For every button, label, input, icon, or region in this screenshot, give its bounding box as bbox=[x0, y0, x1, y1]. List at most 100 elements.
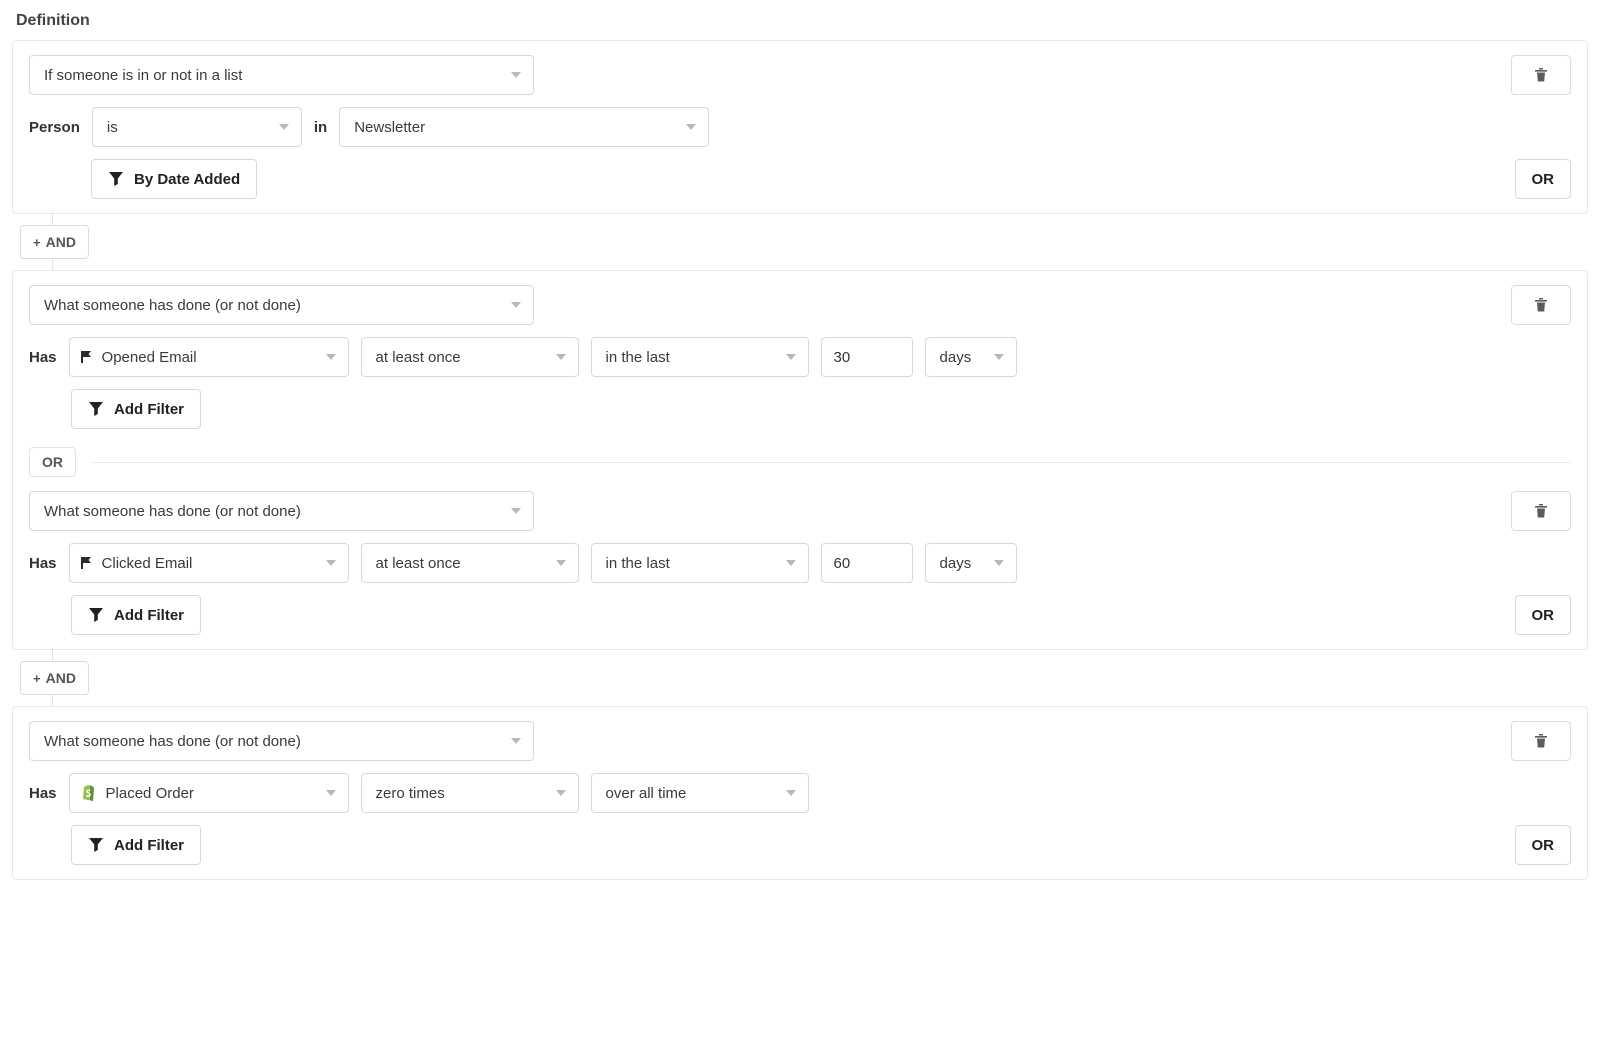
frequency-value: at least once bbox=[376, 349, 461, 366]
plus-icon: + bbox=[33, 671, 41, 686]
number-input[interactable]: 60 bbox=[821, 543, 913, 583]
delete-button[interactable] bbox=[1511, 285, 1571, 325]
time-range-select[interactable]: in the last bbox=[591, 543, 809, 583]
divider-line bbox=[90, 462, 1571, 463]
is-select[interactable]: is bbox=[92, 107, 302, 147]
chevron-down-icon bbox=[511, 72, 521, 78]
trash-icon bbox=[1533, 502, 1549, 520]
chevron-down-icon bbox=[686, 124, 696, 130]
time-range-value: over all time bbox=[606, 785, 687, 802]
event-select[interactable]: Clicked Email bbox=[69, 543, 349, 583]
event-value: Opened Email bbox=[102, 349, 197, 366]
number-input[interactable]: 30 bbox=[821, 337, 913, 377]
frequency-value: at least once bbox=[376, 555, 461, 572]
has-label: Has bbox=[29, 349, 57, 366]
unit-select[interactable]: days bbox=[925, 337, 1017, 377]
trash-icon bbox=[1533, 732, 1549, 750]
unit-value: days bbox=[940, 555, 972, 572]
add-filter-button[interactable]: Add Filter bbox=[71, 825, 201, 865]
delete-button[interactable] bbox=[1511, 491, 1571, 531]
trash-icon bbox=[1533, 66, 1549, 84]
event-value: Placed Order bbox=[106, 785, 194, 802]
frequency-select[interactable]: at least once bbox=[361, 543, 579, 583]
add-filter-button[interactable]: Add Filter bbox=[71, 389, 201, 429]
frequency-select[interactable]: zero times bbox=[361, 773, 579, 813]
chevron-down-icon bbox=[786, 354, 796, 360]
or-label: OR bbox=[1532, 837, 1555, 854]
page-title: Definition bbox=[16, 12, 1588, 30]
time-range-value: in the last bbox=[606, 349, 670, 366]
or-button[interactable]: OR bbox=[1515, 595, 1572, 635]
filter-icon bbox=[88, 837, 104, 853]
or-label: OR bbox=[1532, 607, 1555, 624]
and-label: AND bbox=[46, 234, 76, 250]
chevron-down-icon bbox=[279, 124, 289, 130]
filter-icon bbox=[88, 401, 104, 417]
delete-button[interactable] bbox=[1511, 55, 1571, 95]
condition-type-label: What someone has done (or not done) bbox=[44, 297, 301, 314]
event-select[interactable]: Placed Order bbox=[69, 773, 349, 813]
or-label: OR bbox=[1532, 171, 1555, 188]
condition-group-3: What someone has done (or not done) Has … bbox=[12, 706, 1588, 880]
condition-group-2: What someone has done (or not done) Has … bbox=[12, 270, 1588, 650]
condition-group-1: If someone is in or not in a list Person… bbox=[12, 40, 1588, 214]
chevron-down-icon bbox=[511, 302, 521, 308]
chevron-down-icon bbox=[326, 790, 336, 796]
has-label: Has bbox=[29, 555, 57, 572]
chevron-down-icon bbox=[556, 354, 566, 360]
flag-icon bbox=[80, 555, 94, 571]
by-date-added-button[interactable]: By Date Added bbox=[91, 159, 257, 199]
filter-icon bbox=[108, 171, 124, 187]
chevron-down-icon bbox=[994, 560, 1004, 566]
condition-type-select[interactable]: What someone has done (or not done) bbox=[29, 491, 534, 531]
or-button[interactable]: OR bbox=[1515, 159, 1572, 199]
delete-button[interactable] bbox=[1511, 721, 1571, 761]
add-and-button[interactable]: + AND bbox=[20, 225, 89, 259]
number-value: 60 bbox=[834, 555, 851, 572]
add-filter-label: Add Filter bbox=[114, 401, 184, 418]
and-connector: + AND bbox=[12, 214, 1588, 270]
chevron-down-icon bbox=[556, 560, 566, 566]
event-value: Clicked Email bbox=[102, 555, 193, 572]
condition-type-select[interactable]: What someone has done (or not done) bbox=[29, 721, 534, 761]
by-date-added-label: By Date Added bbox=[134, 171, 240, 188]
chevron-down-icon bbox=[994, 354, 1004, 360]
number-value: 30 bbox=[834, 349, 851, 366]
chevron-down-icon bbox=[511, 508, 521, 514]
condition-type-select[interactable]: If someone is in or not in a list bbox=[29, 55, 534, 95]
frequency-value: zero times bbox=[376, 785, 445, 802]
add-filter-button[interactable]: Add Filter bbox=[71, 595, 201, 635]
add-filter-label: Add Filter bbox=[114, 837, 184, 854]
shopify-icon bbox=[80, 783, 98, 803]
event-select[interactable]: Opened Email bbox=[69, 337, 349, 377]
add-and-button[interactable]: + AND bbox=[20, 661, 89, 695]
or-divider: OR bbox=[29, 447, 1571, 477]
plus-icon: + bbox=[33, 235, 41, 250]
time-range-select[interactable]: over all time bbox=[591, 773, 809, 813]
chevron-down-icon bbox=[556, 790, 566, 796]
unit-select[interactable]: days bbox=[925, 543, 1017, 583]
condition-type-label: If someone is in or not in a list bbox=[44, 67, 242, 84]
unit-value: days bbox=[940, 349, 972, 366]
chevron-down-icon bbox=[786, 790, 796, 796]
condition-type-label: What someone has done (or not done) bbox=[44, 733, 301, 750]
filter-icon bbox=[88, 607, 104, 623]
flag-icon bbox=[80, 349, 94, 365]
time-range-select[interactable]: in the last bbox=[591, 337, 809, 377]
chevron-down-icon bbox=[326, 560, 336, 566]
frequency-select[interactable]: at least once bbox=[361, 337, 579, 377]
list-select[interactable]: Newsletter bbox=[339, 107, 709, 147]
is-value: is bbox=[107, 119, 118, 136]
list-value: Newsletter bbox=[354, 119, 425, 136]
or-pill: OR bbox=[29, 447, 76, 477]
chevron-down-icon bbox=[326, 354, 336, 360]
and-connector: + AND bbox=[12, 650, 1588, 706]
in-label: in bbox=[314, 119, 327, 136]
chevron-down-icon bbox=[511, 738, 521, 744]
or-button[interactable]: OR bbox=[1515, 825, 1572, 865]
has-label: Has bbox=[29, 785, 57, 802]
add-filter-label: Add Filter bbox=[114, 607, 184, 624]
trash-icon bbox=[1533, 296, 1549, 314]
condition-type-select[interactable]: What someone has done (or not done) bbox=[29, 285, 534, 325]
time-range-value: in the last bbox=[606, 555, 670, 572]
